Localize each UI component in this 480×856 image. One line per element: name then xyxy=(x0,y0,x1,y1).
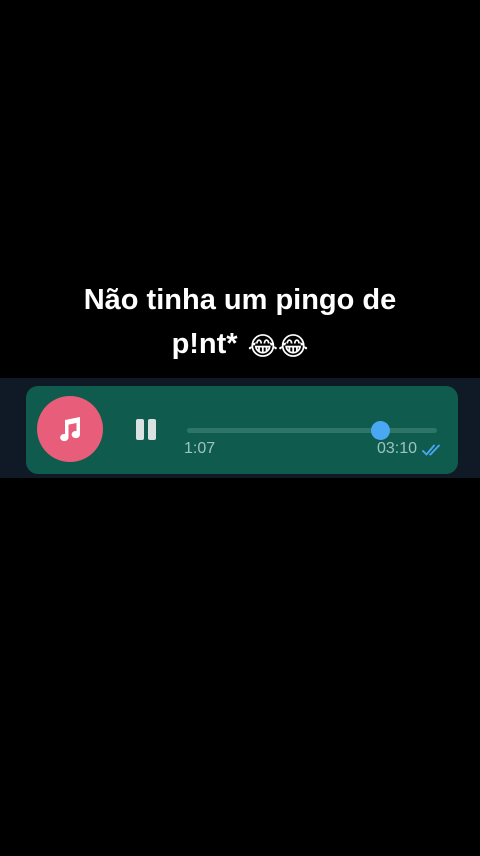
pause-button[interactable] xyxy=(133,416,159,442)
audio-message-bubble: 1:07 03:10 xyxy=(26,386,458,474)
pause-icon-bar-right xyxy=(148,419,156,440)
message-timestamp: 03:10 xyxy=(376,440,417,457)
caption-line-1: Não tinha um pingo de xyxy=(83,284,397,316)
pause-icon-bar-left xyxy=(136,419,144,440)
audio-progress-thumb[interactable] xyxy=(370,421,390,440)
laughing-emoji: 😂😂 xyxy=(247,331,309,361)
chat-strip: 1:07 03:10 xyxy=(0,378,480,478)
screen: Não tinha um pingo de p!nt* 😂😂 1:07 03:1… xyxy=(0,0,480,856)
audio-progress-slider[interactable] xyxy=(187,421,437,440)
caption: Não tinha um pingo de p!nt* 😂😂 xyxy=(0,278,480,366)
music-note-icon xyxy=(37,396,103,462)
read-double-check-icon xyxy=(422,444,440,456)
caption-line-2: p!nt* 😂😂 xyxy=(0,322,480,366)
audio-progress-fill xyxy=(187,428,380,433)
caption-line-2-text: p!nt* xyxy=(171,328,238,360)
audio-elapsed-time: 1:07 xyxy=(184,440,216,457)
